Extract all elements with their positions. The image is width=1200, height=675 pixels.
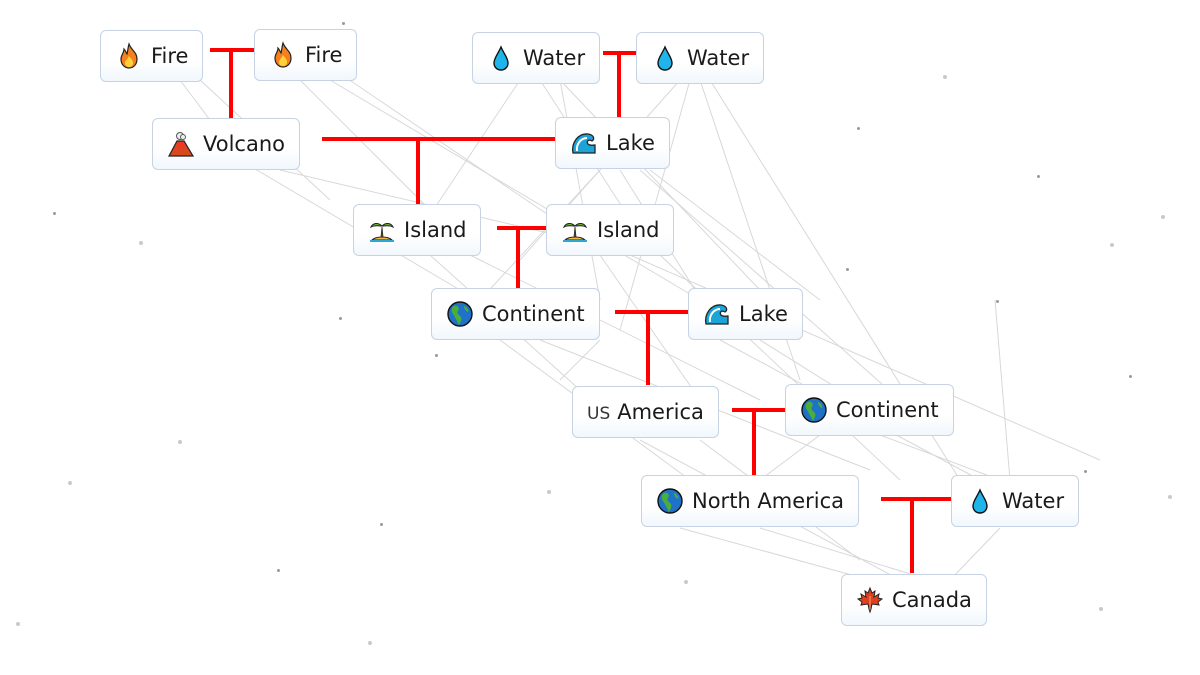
connector-island-island-continent [497, 226, 546, 288]
connector-america-continent-northamerica [732, 408, 785, 475]
element-north-america[interactable]: North America [641, 475, 860, 527]
element-canada[interactable]: Canada [841, 574, 987, 626]
element-label: Fire [305, 43, 343, 67]
element-lake[interactable]: Lake [688, 288, 803, 340]
volcano-icon [167, 130, 195, 158]
element-fire[interactable]: Fire [100, 30, 204, 82]
element-label: Water [687, 46, 750, 70]
element-fire[interactable]: Fire [254, 29, 358, 81]
globe-americas-icon [800, 396, 828, 424]
connector-northamerica-water-canada [881, 497, 951, 573]
connector-volcano-lake-island [322, 137, 556, 204]
element-label: Island [404, 218, 467, 242]
connector-water-water-lake [603, 51, 637, 117]
element-label: Fire [151, 44, 189, 68]
wave-icon [570, 129, 598, 157]
element-america[interactable]: US America [572, 386, 719, 438]
globe-americas-icon [446, 300, 474, 328]
connector-continent-lake-america [615, 310, 688, 385]
element-label: Island [597, 218, 660, 242]
element-water[interactable]: Water [951, 475, 1080, 527]
us-flag-icon: US [587, 403, 611, 424]
element-lake[interactable]: Lake [555, 117, 670, 169]
water-drop-icon [651, 44, 679, 72]
element-water[interactable]: Water [472, 32, 601, 84]
element-label: Continent [836, 398, 939, 422]
element-island[interactable]: Island [546, 204, 675, 256]
water-drop-icon [487, 44, 515, 72]
element-island[interactable]: Island [353, 204, 482, 256]
fire-icon [115, 42, 143, 70]
water-drop-icon [966, 487, 994, 515]
globe-americas-icon [656, 487, 684, 515]
maple-leaf-icon [856, 586, 884, 614]
element-continent[interactable]: Continent [785, 384, 954, 436]
fire-icon [269, 41, 297, 69]
element-label: America [617, 400, 704, 424]
element-water[interactable]: Water [636, 32, 765, 84]
element-label: Lake [606, 131, 655, 155]
element-label: Continent [482, 302, 585, 326]
element-label: Water [1002, 489, 1065, 513]
wave-icon [703, 300, 731, 328]
element-label: Water [523, 46, 586, 70]
desert-island-icon [561, 216, 589, 244]
element-continent[interactable]: Continent [431, 288, 600, 340]
element-label: Volcano [203, 132, 285, 156]
recipe-connectors [210, 48, 951, 573]
element-label: Canada [892, 588, 972, 612]
connector-fire-fire-volcano [210, 48, 254, 118]
element-label: North America [692, 489, 845, 513]
desert-island-icon [368, 216, 396, 244]
element-label: Lake [739, 302, 788, 326]
element-volcano[interactable]: Volcano [152, 118, 300, 170]
